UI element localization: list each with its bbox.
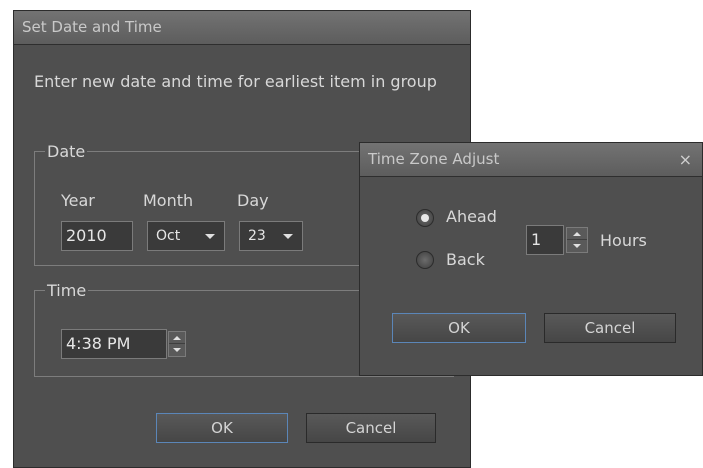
arrow-up-icon (173, 336, 181, 340)
month-dropdown[interactable]: Oct (147, 221, 225, 251)
hours-stepper[interactable] (566, 227, 588, 253)
ahead-radio[interactable] (416, 209, 434, 227)
time-group-label: Time (47, 281, 87, 300)
time-increment-button[interactable] (169, 332, 185, 344)
back-radio[interactable] (416, 251, 434, 269)
month-label: Month (143, 191, 194, 210)
time-zone-adjust-dialog: Time Zone Adjust × Ahead Back 1 Hours OK… (359, 142, 703, 376)
cancel-button[interactable]: Cancel (306, 413, 436, 443)
chevron-down-icon (205, 234, 215, 239)
arrow-down-icon (173, 348, 181, 352)
chevron-down-icon (283, 234, 293, 239)
date-group-label: Date (47, 142, 86, 161)
instruction-text: Enter new date and time for earliest ite… (34, 72, 437, 91)
hours-increment-button[interactable] (567, 228, 587, 240)
ok-button[interactable]: OK (156, 413, 288, 443)
dialog-title-text: Time Zone Adjust (368, 150, 500, 168)
time-decrement-button[interactable] (169, 344, 185, 356)
back-label: Back (446, 250, 485, 269)
close-icon[interactable]: × (679, 143, 692, 176)
year-label: Year (61, 191, 95, 210)
day-value: 23 (248, 228, 266, 244)
arrow-down-icon (573, 244, 581, 248)
year-field[interactable]: 2010 (61, 221, 133, 251)
time-field[interactable]: 4:38 PM (61, 329, 167, 359)
hours-field[interactable]: 1 (526, 225, 564, 255)
dialog-title: Time Zone Adjust × (360, 143, 702, 177)
day-label: Day (237, 191, 269, 210)
month-value: Oct (156, 228, 181, 244)
cancel-button[interactable]: Cancel (544, 313, 676, 343)
time-stepper[interactable] (168, 331, 186, 357)
hours-label: Hours (600, 231, 647, 250)
hours-decrement-button[interactable] (567, 240, 587, 252)
dialog-title: Set Date and Time (14, 11, 470, 45)
ok-button[interactable]: OK (392, 313, 526, 343)
ahead-label: Ahead (446, 207, 497, 226)
day-dropdown[interactable]: 23 (239, 221, 303, 251)
arrow-up-icon (573, 232, 581, 236)
